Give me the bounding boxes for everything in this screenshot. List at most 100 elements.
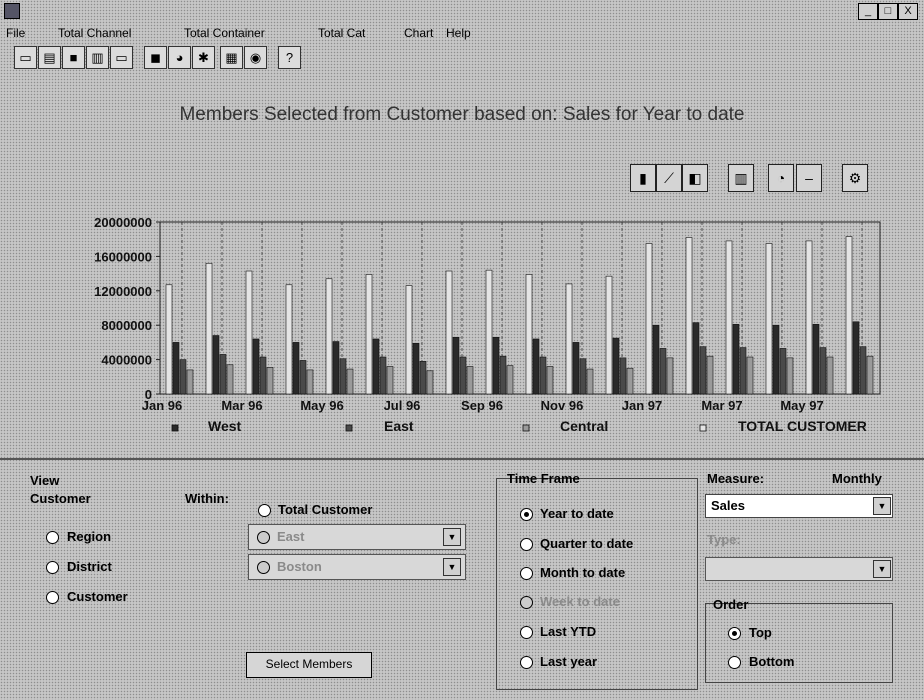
radio-quarter-to-date[interactable]	[520, 538, 533, 551]
chart-title: Members Selected from Customer based on:…	[179, 104, 745, 125]
chart-wizard-icon[interactable]: ✱	[192, 46, 215, 69]
boston-dropdown-icon[interactable]: ▼	[443, 558, 461, 576]
line-chart-icon[interactable]: ⟋	[656, 164, 682, 192]
bar-total-customer	[605, 275, 613, 395]
bar-east	[459, 356, 467, 395]
menu-file[interactable]: File	[6, 26, 25, 40]
radio-month-to-date[interactable]	[520, 567, 533, 580]
bar-west	[652, 324, 660, 395]
app-icon[interactable]	[4, 3, 20, 19]
radio-last-year[interactable]	[520, 656, 533, 669]
bar-central	[746, 356, 754, 395]
last-year-label: Last year	[540, 654, 598, 669]
title-bar: _ □ X	[0, 0, 924, 22]
bar-central	[866, 355, 874, 395]
radio-top[interactable]	[728, 627, 741, 640]
radio-year-to-date[interactable]	[520, 508, 533, 521]
bar-total-customer	[405, 285, 413, 395]
bar-central	[546, 366, 554, 395]
bar-central	[786, 357, 794, 395]
bar-total-customer	[165, 284, 173, 395]
bar-east	[379, 356, 387, 395]
measure-select[interactable]: Sales ▼	[705, 494, 893, 518]
x-tick-label: Mar 96	[221, 398, 262, 413]
menu-total-cat[interactable]: Total Cat	[318, 26, 365, 40]
radio-last-ytd[interactable]	[520, 626, 533, 639]
refresh-icon[interactable]: ◉	[244, 46, 267, 69]
time-frame-title: Time Frame	[507, 471, 580, 486]
legend-swatch	[345, 424, 353, 432]
radio-east[interactable]	[257, 531, 270, 544]
menu-total-container[interactable]: Total Container	[184, 26, 265, 40]
bar-west	[172, 342, 180, 395]
radio-boston[interactable]	[257, 561, 270, 574]
radio-customer[interactable]	[46, 591, 59, 604]
bar-east	[259, 356, 267, 395]
sales-chart: 200000001600000012000000800000040000000J…	[94, 215, 881, 434]
open-icon[interactable]: ▤	[38, 46, 61, 69]
bar-east	[579, 358, 587, 395]
bar-total-customer	[525, 274, 533, 395]
stacked-chart-icon[interactable]: ▥	[728, 164, 754, 192]
region-label: Region	[67, 529, 112, 544]
preview-icon[interactable]: ▭	[110, 46, 133, 69]
radio-bottom[interactable]	[728, 656, 741, 669]
bar-central	[306, 369, 314, 395]
legend-label: East	[384, 418, 414, 434]
bar-east	[299, 360, 307, 395]
help-icon[interactable]: ?	[278, 46, 301, 69]
dash-icon[interactable]: –	[796, 164, 822, 192]
x-tick-label: May 96	[300, 398, 343, 413]
bar-total-customer	[325, 278, 333, 395]
east-value: East	[277, 529, 305, 544]
menu-chart[interactable]: Chart	[404, 26, 433, 40]
bar-east	[619, 357, 627, 395]
select-members-button[interactable]: Select Members	[246, 652, 372, 678]
boston-selector: Boston ▼	[248, 554, 466, 580]
clock-icon[interactable]: ◕	[168, 46, 191, 69]
boston-value: Boston	[277, 559, 322, 574]
bar-east	[539, 356, 547, 395]
maximize-button[interactable]: □	[878, 3, 898, 20]
close-button[interactable]: X	[898, 3, 918, 20]
bar-west	[852, 321, 860, 395]
legend-swatch	[522, 424, 530, 432]
area-chart-icon[interactable]: ◧	[682, 164, 708, 192]
bar-total-customer	[805, 240, 813, 395]
bar-east	[339, 358, 347, 395]
settings-icon[interactable]: ⚙	[842, 164, 868, 192]
bar-west	[212, 335, 220, 395]
bar-total-customer	[445, 270, 453, 395]
radio-total-customer[interactable]	[258, 504, 271, 517]
bar-central	[706, 355, 714, 395]
bar-west	[252, 338, 260, 395]
grid-icon[interactable]: ▦	[220, 46, 243, 69]
bar-west	[772, 324, 780, 395]
bar-total-customer	[285, 284, 293, 395]
type-select[interactable]: ▼	[705, 557, 893, 581]
radio-district[interactable]	[46, 561, 59, 574]
radio-region[interactable]	[46, 531, 59, 544]
month-to-date-label: Month to date	[540, 565, 626, 580]
save-icon[interactable]: ■	[62, 46, 85, 69]
bar-west	[492, 336, 500, 395]
bar-chart-icon[interactable]: ▮	[630, 164, 656, 192]
bar-total-customer	[765, 243, 773, 395]
week-to-date-label: Week to date	[540, 594, 620, 609]
new-icon[interactable]: ▭	[14, 46, 37, 69]
monthly-label: Monthly	[832, 471, 882, 486]
y-tick-label: 16000000	[94, 249, 152, 264]
bar-east	[699, 346, 707, 395]
type-dropdown-icon[interactable]: ▼	[873, 560, 891, 578]
menu-total-channel[interactable]: Total Channel	[58, 26, 131, 40]
menu-help[interactable]: Help	[446, 26, 471, 40]
print-icon[interactable]: ▥	[86, 46, 109, 69]
minimize-button[interactable]: _	[858, 3, 878, 20]
bar-total-customer	[725, 240, 733, 395]
bar-total-customer	[245, 270, 253, 395]
radio-week-to-date[interactable]	[520, 596, 533, 609]
cube-icon[interactable]: ◼	[144, 46, 167, 69]
measure-dropdown-icon[interactable]: ▼	[873, 497, 891, 515]
east-dropdown-icon[interactable]: ▼	[443, 528, 461, 546]
pie-chart-icon[interactable]: ◔	[768, 164, 794, 192]
